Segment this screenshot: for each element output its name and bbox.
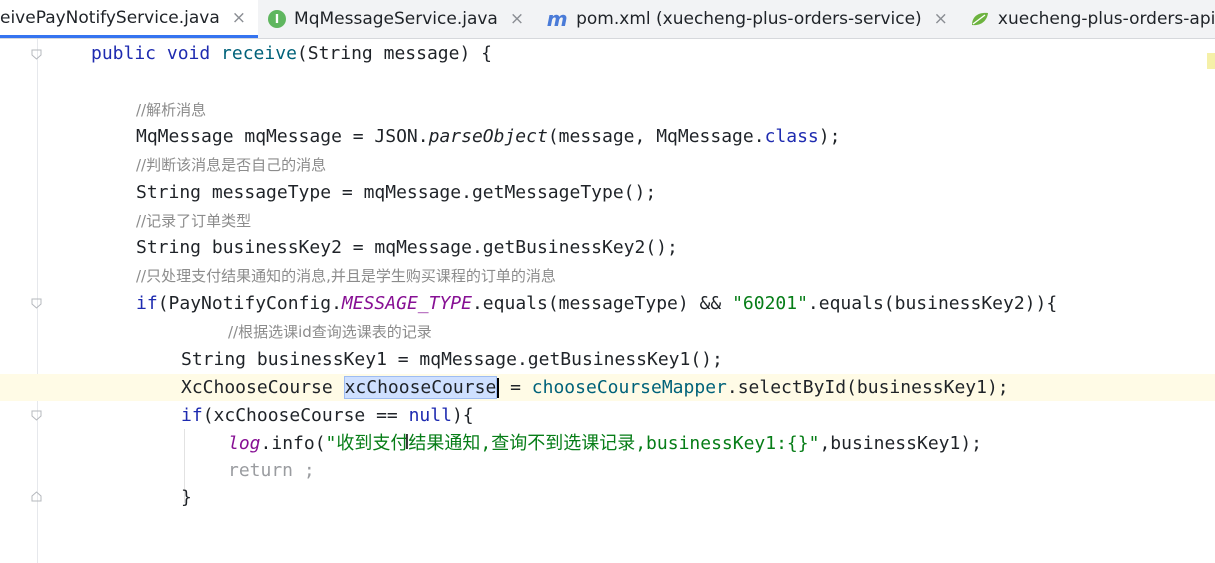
tab-receive-pay-notify-service[interactable]: eivePayNotifyService.java × xyxy=(0,0,259,38)
close-icon[interactable]: × xyxy=(232,8,246,28)
code-line: log.info("收到支付结果通知,查询不到选课记录,businessKey1… xyxy=(228,433,983,454)
tab-bootstrap-yml[interactable]: xuecheng-plus-orders-api\...\bootstra xyxy=(960,0,1215,38)
code-line: } xyxy=(181,487,192,508)
code-line: String messageType = mqMessage.getMessag… xyxy=(136,182,657,203)
tab-mq-message-service[interactable]: I MqMessageService.java × xyxy=(258,0,536,38)
code-line: MqMessage mqMessage = JSON.parseObject(m… xyxy=(136,126,841,147)
close-icon[interactable]: × xyxy=(510,9,524,29)
code-line: return ; xyxy=(228,460,315,481)
tab-label: MqMessageService.java xyxy=(294,9,498,29)
code-line: if(xcChooseCourse == null){ xyxy=(181,405,474,426)
spring-leaf-icon xyxy=(970,11,990,27)
tab-label: eivePayNotifyService.java xyxy=(0,7,220,28)
tab-label: pom.xml (xuecheng-plus-orders-service) xyxy=(576,9,922,29)
tab-label: xuecheng-plus-orders-api\...\bootstra xyxy=(997,9,1215,29)
tab-pom-xml[interactable]: m pom.xml (xuecheng-plus-orders-service)… xyxy=(536,0,960,38)
code-line: if(PayNotifyConfig.MESSAGE_TYPE.equals(m… xyxy=(136,293,1058,314)
fold-marker-icon[interactable] xyxy=(31,410,42,421)
fold-end-marker-icon[interactable] xyxy=(31,491,42,502)
maven-m-icon: m xyxy=(546,7,568,31)
mouse-ibeam-cursor-icon: I xyxy=(404,430,410,454)
code-comment: //只处理支付结果通知的消息,并且是学生购买课程的订单的消息 xyxy=(136,267,556,285)
interface-i-icon: I xyxy=(268,10,287,28)
code-comment: //根据选课id查询选课表的记录 xyxy=(228,323,432,341)
scrollbar-warning-marker xyxy=(1207,53,1215,69)
code-line: String businessKey1 = mqMessage.getBusin… xyxy=(181,349,723,370)
selected-word: xcChooseCourse xyxy=(343,376,498,399)
editor-tab-bar: eivePayNotifyService.java × I MqMessageS… xyxy=(0,0,1215,39)
code-comment: //记录了订单类型 xyxy=(136,212,252,230)
code-editor[interactable]: public void receive(String message) { //… xyxy=(0,39,1215,563)
code-comment: //解析消息 xyxy=(136,101,207,119)
code-line: public void receive(String message) { xyxy=(91,43,492,64)
fold-marker-icon[interactable] xyxy=(31,298,42,309)
code-line-current: XcChooseCourse xcChooseCourse = chooseCo… xyxy=(181,376,1009,399)
code-line: String businessKey2 = mqMessage.getBusin… xyxy=(136,237,678,258)
fold-marker-icon[interactable] xyxy=(31,49,42,60)
code-comment: //判断该消息是否自己的消息 xyxy=(136,156,327,174)
close-icon[interactable]: × xyxy=(934,9,948,29)
